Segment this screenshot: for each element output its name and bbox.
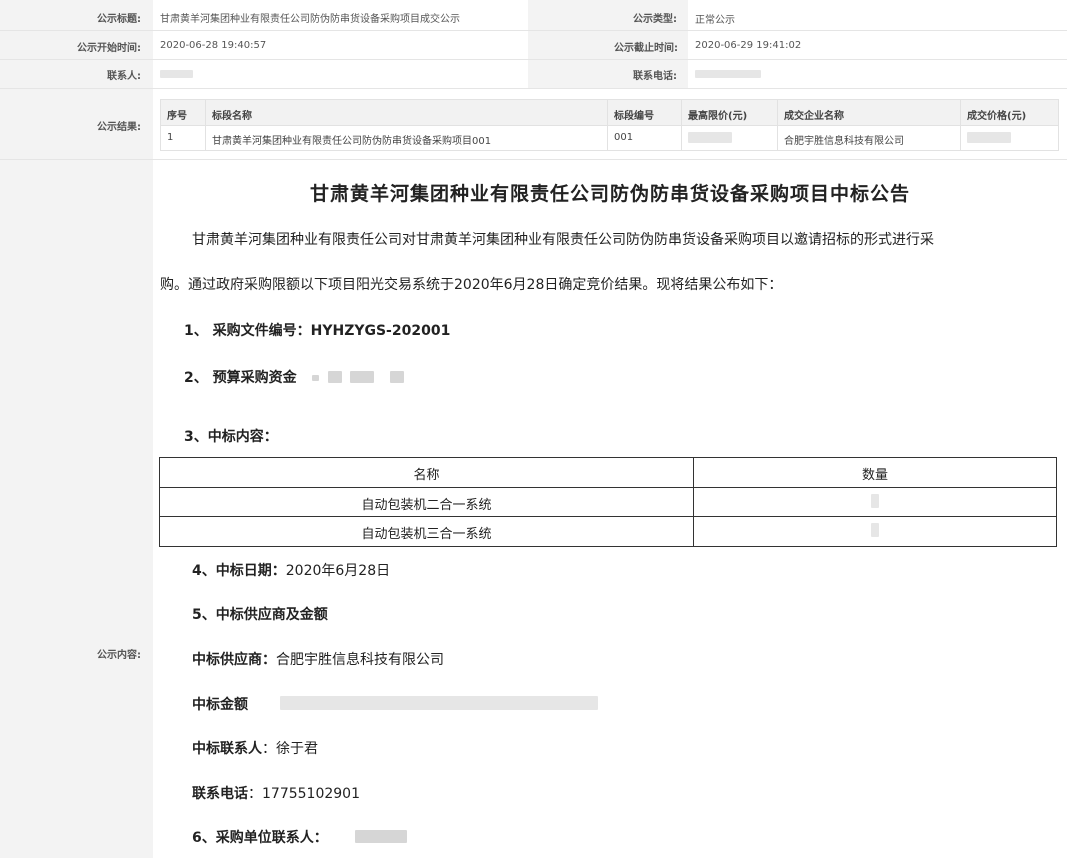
notice-page: 公示标题: 甘肃黄羊河集团种业有限责任公司防伪防串货设备采购项目成交公示 公示类… (0, 0, 1067, 858)
table-row-name: 自动包装机二合一系统 (361, 498, 492, 513)
start-label: 公示开始时间: (77, 43, 141, 54)
title-value: 甘肃黄羊河集团种业有限责任公司防伪防串货设备采购项目成交公示 (160, 14, 460, 25)
row-company: 合肥宇胜信息科技有限公司 (784, 136, 904, 147)
notice-heading: 甘肃黄羊河集团种业有限责任公司防伪防串货设备采购项目中标公告 (309, 183, 910, 205)
col-header: 最高限价(元) (688, 111, 748, 122)
end-value: 2020-06-29 19:41:02 (695, 40, 802, 51)
win-contact-label: 中标联系人 (192, 741, 262, 757)
item5: 5、中标供应商及金额 (192, 607, 328, 623)
table-header-name: 名称 (413, 468, 440, 483)
item3: 3、中标内容： (184, 429, 278, 445)
item1-label: 采购文件编号： (212, 323, 311, 339)
item2: 2、 预算采购资金 (184, 367, 297, 387)
contact-redacted (160, 70, 193, 78)
item1-value: HYHZYGS-202001 (310, 323, 451, 339)
start-value: 2020-06-28 19:40:57 (160, 40, 267, 51)
win-phone-label: 联系电话 (192, 786, 248, 802)
win-contact: 中标联系人：徐于君 (192, 738, 318, 758)
supplier: 中标供应商：合肥宇胜信息科技有限公司 (192, 649, 444, 669)
qty-redacted (871, 494, 879, 508)
row-name: 甘肃黄羊河集团种业有限责任公司防伪防串货设备采购项目001 (212, 136, 492, 147)
col-header: 成交企业名称 (784, 111, 844, 122)
budget-redacted (312, 375, 319, 381)
phone-label: 联系电话: (633, 71, 677, 82)
type-label: 公示类型: (633, 14, 677, 25)
award-content-table: 名称 数量 自动包装机二合一系统 自动包装机三合一系统 (159, 457, 1057, 547)
deal-price-redacted (967, 132, 1011, 143)
amount-redacted (280, 696, 598, 710)
qty-redacted (871, 523, 879, 537)
win-contact-value: ：徐于君 (262, 741, 318, 757)
amount-label: 中标金额 (192, 697, 248, 713)
col-header: 标段名称 (212, 111, 252, 122)
results-table: 序号 标段名称 标段编号 最高限价(元) 成交企业名称 成交价格(元) 1 甘肃… (160, 99, 1059, 151)
item4-value: 2020年6月28日 (285, 563, 391, 579)
result-label: 公示结果: (97, 122, 141, 133)
item1-num: 1、 (184, 323, 208, 339)
intro-line-2: 购。通过政府采购限额以下项目阳光交易系统于2020年6月28日确定竞价结果。现将… (160, 277, 783, 293)
type-value: 正常公示 (695, 15, 735, 26)
row-index: 1 (167, 132, 174, 143)
table-row-name: 自动包装机三合一系统 (361, 527, 492, 542)
content-label: 公示内容: (97, 650, 141, 661)
col-header: 成交价格(元) (967, 111, 1027, 122)
buyer-contact-redacted (355, 830, 407, 843)
item6: 6、采购单位联系人： (192, 830, 328, 846)
supplier-value: 合肥宇胜信息科技有限公司 (276, 652, 444, 668)
phone-redacted (695, 70, 761, 78)
table-header-qty: 数量 (861, 468, 888, 483)
max-price-redacted (688, 132, 732, 143)
item2-label: 预算采购资金 (212, 370, 297, 386)
supplier-label: 中标供应商： (192, 652, 276, 668)
item4-label: 4、中标日期： (192, 563, 286, 579)
end-label: 公示截止时间: (614, 43, 678, 54)
col-header: 标段编号 (614, 111, 654, 122)
row-code: 001 (614, 132, 634, 143)
item4: 4、中标日期：2020年6月28日 (192, 560, 390, 580)
item1: 1、 采购文件编号：HYHZYGS-202001 (184, 320, 450, 340)
intro-line-1: 甘肃黄羊河集团种业有限责任公司对甘肃黄羊河集团种业有限责任公司防伪防串货设备采购… (192, 232, 934, 248)
contact-label: 联系人: (107, 71, 141, 82)
col-header: 序号 (167, 111, 187, 122)
win-phone: 联系电话：17755102901 (192, 783, 360, 803)
item2-num: 2、 (184, 370, 208, 386)
win-phone-value: ：17755102901 (248, 786, 360, 802)
title-label: 公示标题: (97, 14, 141, 25)
